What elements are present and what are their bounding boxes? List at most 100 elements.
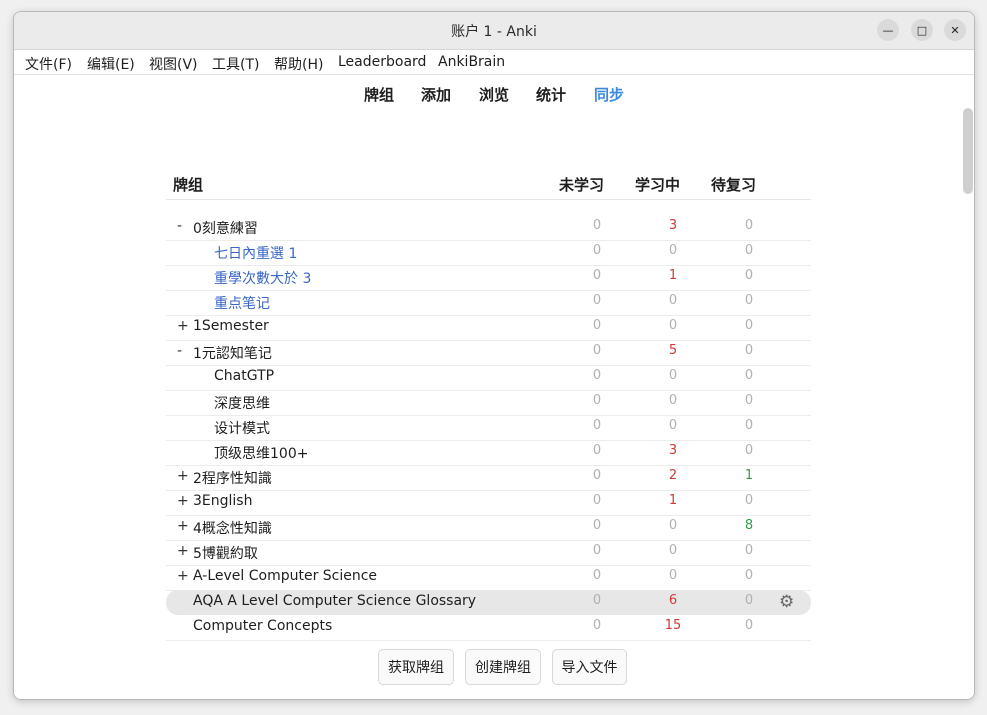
deck-row[interactable]: Computer Concepts 0 15 0 [166,615,811,641]
deck-name[interactable]: 七日內重選 1 [214,243,297,263]
count-new: 0 [592,493,602,508]
tab-browse[interactable]: 浏览 [479,84,509,105]
deck-name[interactable]: 深度思维 [214,393,270,413]
header-new: 未学习 [559,176,605,194]
deck-name[interactable]: ChatGTP [214,368,274,384]
count-due: 0 [744,568,754,583]
deck-name[interactable]: AQA A Level Computer Science Glossary [193,593,476,609]
vertical-scrollbar[interactable] [963,108,973,194]
menu-leaderboard[interactable]: Leaderboard [338,54,426,70]
menu-help[interactable]: 帮助(H) [274,54,323,74]
tab-add[interactable]: 添加 [421,84,451,105]
minimize-icon[interactable]: — [877,19,899,41]
title-bar[interactable]: 账户 1 - Anki — □ ✕ [14,12,974,50]
count-new: 0 [592,243,602,258]
deck-row[interactable]: 七日內重選 1 0 0 0 [166,240,811,266]
header-learn: 学习中 [635,176,681,194]
count-due: 0 [744,243,754,258]
count-new: 0 [592,418,602,433]
expand-toggle[interactable]: + [177,318,189,334]
deck-name[interactable]: 1元認知笔记 [193,343,272,363]
menu-tools[interactable]: 工具(T) [212,54,259,74]
count-learn: 5 [668,343,678,358]
expand-toggle[interactable]: + [177,543,189,559]
get-shared-button[interactable]: 获取牌组 [378,649,454,685]
deck-row[interactable]: +1Semester 0 0 0 [166,315,811,341]
deck-row[interactable]: +4概念性知識 0 0 8 [166,515,811,541]
collapse-toggle[interactable]: - [177,218,182,234]
anki-window: 账户 1 - Anki — □ ✕ 文件(F) 编辑(E) 视图(V) 工具(T… [13,11,975,700]
count-new: 0 [592,543,602,558]
deck-name[interactable]: A-Level Computer Science [193,568,377,584]
tab-stats[interactable]: 统计 [536,84,566,105]
count-learn: 0 [668,418,678,433]
deck-row[interactable]: 重点笔记 0 0 0 [166,290,811,316]
deck-row[interactable]: ChatGTP 0 0 0 [166,365,811,391]
count-learn: 3 [668,218,678,233]
expand-toggle[interactable]: + [177,568,189,584]
create-deck-button[interactable]: 创建牌组 [465,649,541,685]
count-learn: 15 [664,618,682,633]
header-due: 待复习 [711,176,757,194]
collapse-toggle[interactable]: - [177,343,182,359]
menu-edit[interactable]: 编辑(E) [87,54,135,74]
deck-name[interactable]: 4概念性知識 [193,518,272,538]
deck-name[interactable]: Computer Concepts [193,618,332,634]
deck-row[interactable]: 深度思维 0 0 0 [166,390,811,416]
count-due: 0 [744,393,754,408]
expand-toggle[interactable]: + [177,468,189,484]
deck-name[interactable]: 0刻意練習 [193,218,258,238]
count-learn: 0 [668,568,678,583]
count-new: 0 [592,593,602,608]
menu-view[interactable]: 视图(V) [149,54,198,74]
deck-name[interactable]: 重点笔记 [214,293,270,313]
expand-toggle[interactable]: + [177,493,189,509]
count-due: 0 [744,493,754,508]
deck-name[interactable]: 2程序性知識 [193,468,272,488]
maximize-icon[interactable]: □ [911,19,933,41]
deck-name[interactable]: 5博觀約取 [193,543,258,563]
deck-row[interactable]: 顶级思维100+ 0 3 0 [166,440,811,466]
count-due: 0 [744,343,754,358]
deck-row[interactable]: +3English 0 1 0 [166,490,811,516]
window-title: 账户 1 - Anki [451,24,537,40]
deck-row[interactable]: 设计模式 0 0 0 [166,415,811,441]
count-new: 0 [592,443,602,458]
deck-name[interactable]: 设计模式 [214,418,270,438]
count-learn: 0 [668,368,678,383]
count-learn: 6 [668,593,678,608]
count-due: 0 [744,293,754,308]
tab-decks[interactable]: 牌组 [364,84,394,105]
deck-name[interactable]: 1Semester [193,318,269,334]
menu-ankibrain[interactable]: AnkiBrain [438,54,505,70]
close-icon[interactable]: ✕ [944,19,966,41]
count-due: 8 [744,518,754,533]
menu-bar: 文件(F) 编辑(E) 视图(V) 工具(T) 帮助(H) Leaderboar… [14,50,974,74]
menu-file[interactable]: 文件(F) [25,54,72,74]
deck-row[interactable]: 重學次數大於 3 0 1 0 [166,265,811,291]
deck-name[interactable]: 3English [193,493,252,509]
count-new: 0 [592,618,602,633]
deck-row[interactable]: +2程序性知識 0 2 1 [166,465,811,491]
count-new: 0 [592,293,602,308]
expand-toggle[interactable]: + [177,518,189,534]
deck-row[interactable]: AQA A Level Computer Science Glossary 0 6 0… [166,590,811,615]
count-learn: 0 [668,293,678,308]
count-learn: 0 [668,318,678,333]
deck-name[interactable]: 重學次數大於 3 [214,268,311,288]
import-file-button[interactable]: 导入文件 [552,649,627,685]
count-new: 0 [592,218,602,233]
count-due: 0 [744,443,754,458]
deck-row[interactable]: + A-Level Computer Science 0 0 0 [166,565,811,591]
deck-row[interactable]: +5博觀約取 0 0 0 [166,540,811,566]
tab-sync[interactable]: 同步 [594,84,624,105]
deck-row[interactable]: -0刻意練習 0 3 0 [166,215,811,241]
header-divider [166,199,811,200]
gear-icon[interactable]: ⚙ [779,592,794,612]
count-learn: 0 [668,243,678,258]
count-learn: 1 [668,493,678,508]
deck-row[interactable]: -1元認知笔记 0 5 0 [166,340,811,366]
count-new: 0 [592,368,602,383]
count-new: 0 [592,393,602,408]
deck-name[interactable]: 顶级思维100+ [214,443,308,463]
